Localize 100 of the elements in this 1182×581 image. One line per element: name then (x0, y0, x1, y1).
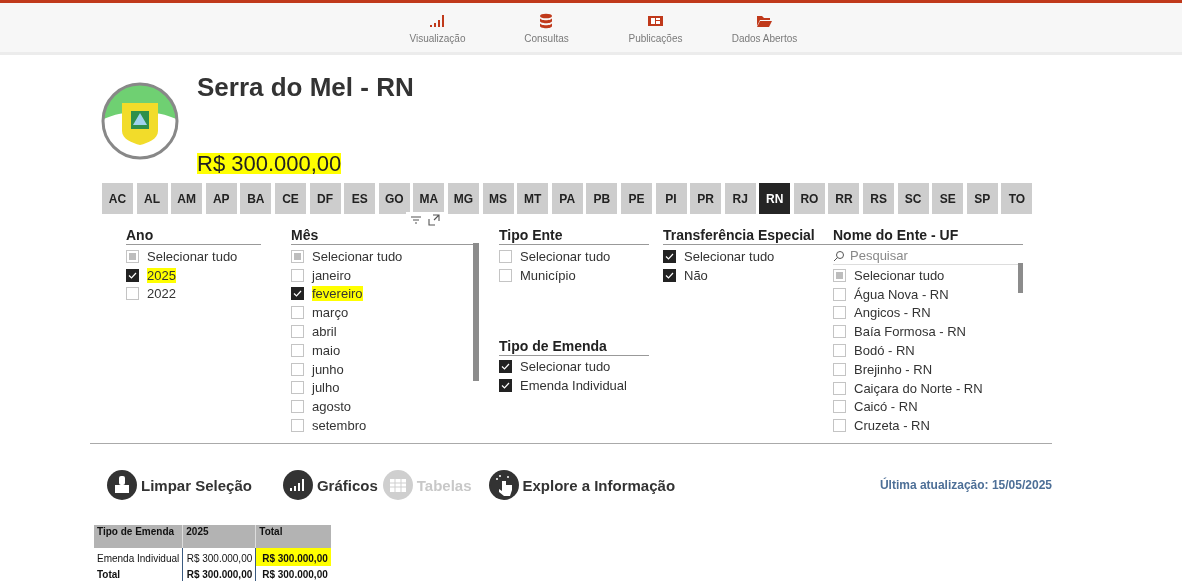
state-button[interactable]: MT (517, 183, 549, 214)
filter-option[interactable]: setembro (312, 418, 367, 434)
checkbox[interactable] (833, 344, 846, 358)
filter-option[interactable]: maio (312, 342, 341, 358)
state-button[interactable]: AP (205, 183, 237, 214)
filter-option[interactable]: Não (684, 267, 708, 283)
hand-pointer-icon (487, 469, 520, 501)
filter-option[interactable]: Caiçara do Norte - RN (854, 380, 983, 396)
state-button[interactable]: PE (620, 183, 652, 214)
checkbox[interactable] (499, 379, 512, 393)
expand-icon[interactable] (427, 213, 441, 227)
filter-option[interactable]: Caicó - RN (854, 399, 918, 415)
filter-option[interactable]: Bodó - RN (854, 343, 915, 359)
state-button[interactable]: MA (413, 183, 445, 214)
filter-option[interactable]: agosto (312, 399, 352, 415)
nav-link[interactable]: Consultas (492, 3, 601, 52)
checkbox[interactable] (126, 287, 139, 301)
filter-option[interactable]: Município (520, 267, 576, 283)
state-button[interactable]: SE (932, 183, 964, 214)
checkbox[interactable] (291, 419, 304, 433)
filter-option[interactable]: fevereiro (312, 286, 363, 302)
filter-option[interactable]: Selecionar tudo (854, 267, 945, 283)
action-button[interactable]: Limpar Seleção (106, 469, 252, 501)
state-button[interactable]: PB (586, 183, 618, 214)
filter-option[interactable]: 2025 (147, 267, 176, 283)
action-button[interactable]: Gráficos (281, 469, 378, 501)
filter-title: Tipo Ente (499, 226, 649, 245)
checkbox[interactable] (833, 419, 846, 433)
database-icon (538, 13, 555, 29)
checkbox[interactable] (833, 306, 846, 320)
state-button[interactable]: PR (690, 183, 722, 214)
filter-option[interactable]: Emenda Individual (520, 378, 627, 394)
checkbox[interactable] (499, 249, 512, 263)
scrollbar[interactable] (473, 243, 479, 381)
state-button[interactable]: AL (136, 183, 168, 214)
checkbox[interactable] (291, 400, 304, 414)
filter-option[interactable]: Selecionar tudo (520, 359, 611, 375)
filter-option[interactable]: Cruzeta - RN (854, 418, 930, 434)
filter-option[interactable]: Selecionar tudo (520, 248, 611, 264)
state-button[interactable]: ES (344, 183, 376, 214)
state-button[interactable]: RO (793, 183, 825, 214)
action-button[interactable]: Explore a Informação (487, 469, 676, 501)
filter-option[interactable]: Selecionar tudo (147, 248, 238, 264)
state-button[interactable]: PA (551, 183, 583, 214)
checkbox[interactable] (663, 249, 676, 263)
state-button[interactable]: MS (482, 183, 514, 214)
table-cell: R$ 300.000,00 (255, 566, 331, 581)
checkbox[interactable] (291, 343, 304, 357)
checkbox[interactable] (499, 268, 512, 282)
state-button[interactable]: RN (759, 183, 791, 214)
state-button[interactable]: RJ (724, 183, 756, 214)
checkbox[interactable] (833, 268, 846, 282)
filter-option[interactable]: 2022 (147, 286, 176, 302)
nav-link[interactable]: Dados Abertos (710, 3, 819, 52)
state-button[interactable]: CE (274, 183, 306, 214)
state-button[interactable]: BA (240, 183, 272, 214)
total-value: R$ 300.000,00 (197, 151, 342, 177)
state-button[interactable]: SP (966, 183, 998, 214)
state-button[interactable]: PI (655, 183, 687, 214)
nav-link[interactable]: Visualização (383, 3, 492, 52)
state-button[interactable]: DF (309, 183, 341, 214)
checkbox[interactable] (663, 268, 676, 282)
checkbox[interactable] (833, 400, 846, 414)
checkbox[interactable] (833, 325, 846, 339)
state-button[interactable]: RR (828, 183, 860, 214)
filter-option[interactable]: julho (312, 380, 340, 396)
checkbox[interactable] (291, 249, 304, 263)
filter-option[interactable]: março (312, 305, 349, 321)
filter-option[interactable]: Selecionar tudo (312, 248, 403, 264)
checkbox[interactable] (291, 287, 304, 301)
filter-option[interactable]: Brejinho - RN (854, 361, 933, 377)
state-button[interactable]: AM (171, 183, 203, 214)
scrollbar[interactable] (1018, 263, 1023, 293)
filter-option[interactable]: junho (312, 361, 344, 377)
checkbox[interactable] (291, 325, 304, 339)
checkbox[interactable] (291, 381, 304, 395)
checkbox[interactable] (291, 362, 304, 376)
checkbox[interactable] (126, 268, 139, 282)
search-field[interactable]: Pesquisar (833, 247, 1023, 265)
checkbox[interactable] (833, 287, 846, 301)
state-button[interactable]: GO (378, 183, 410, 214)
table-cell: R$ 300.000,00 (255, 548, 331, 566)
checkbox[interactable] (291, 268, 304, 282)
checkbox[interactable] (291, 306, 304, 320)
filter-option[interactable]: abril (312, 324, 337, 340)
filter-option[interactable]: Baía Formosa - RN (854, 324, 966, 340)
checkbox[interactable] (499, 360, 512, 374)
checkbox[interactable] (833, 362, 846, 376)
filter-option[interactable]: Angicos - RN (854, 305, 931, 321)
state-button[interactable]: MG (447, 183, 479, 214)
checkbox[interactable] (833, 381, 846, 395)
state-button[interactable]: AC (102, 183, 133, 214)
filter-option[interactable]: janeiro (312, 267, 352, 283)
state-button[interactable]: SC (897, 183, 929, 214)
filter-option[interactable]: Água Nova - RN (854, 286, 949, 302)
nav-link[interactable]: Publicações (601, 3, 710, 52)
filter-option[interactable]: Selecionar tudo (684, 248, 775, 264)
state-button[interactable]: RS (863, 183, 895, 214)
state-button[interactable]: TO (1001, 183, 1033, 214)
checkbox[interactable] (126, 249, 139, 263)
